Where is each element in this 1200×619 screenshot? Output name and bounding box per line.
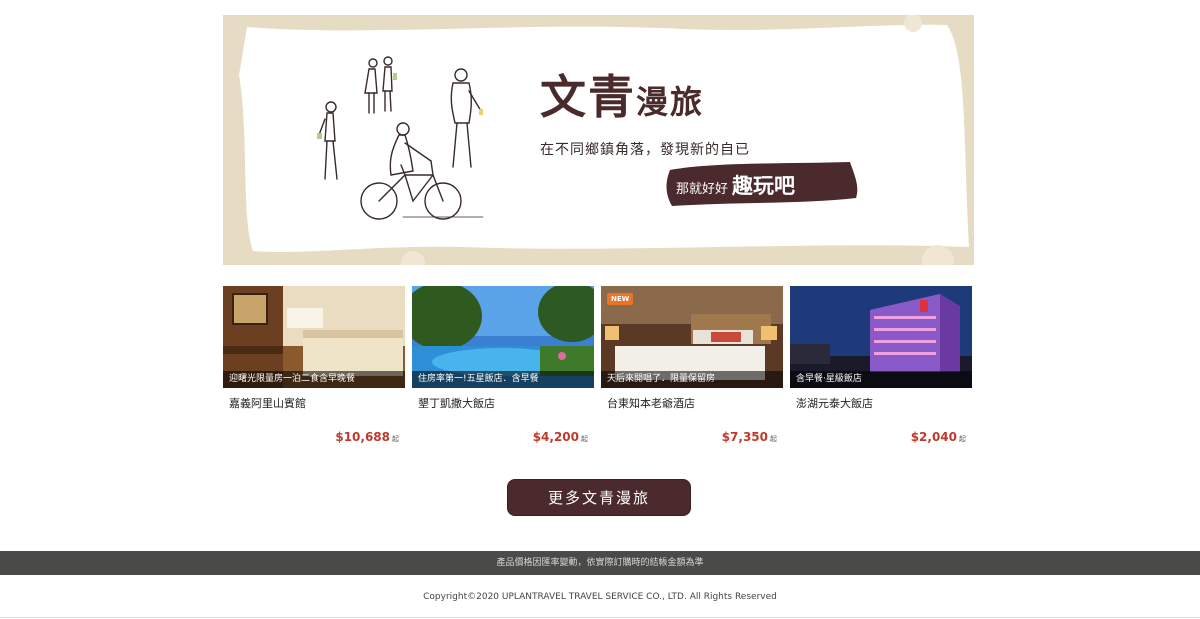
bottom-divider [0, 617, 1200, 618]
hotel-photo[interactable]: NEW 天后來開唱了．限量保留房 [601, 286, 783, 388]
hotel-card[interactable]: 住房率第一!五星飯店．含早餐 墾丁凱撒大飯店 $4,200 起 [412, 286, 594, 446]
hotel-price: $2,040 起 [911, 430, 966, 444]
hotel-card-list: 迎曙光限量房一泊二食含早晚餐 嘉義阿里山賓館 $10,688 起 住房率第一!五星… [223, 286, 974, 446]
cyclist-illustration [317, 56, 484, 220]
hotel-photo[interactable]: 迎曙光限量房一泊二食含早晚餐 [223, 286, 405, 388]
hotel-price: $4,200 起 [533, 430, 588, 444]
banner-title-secondary: 漫旅 [636, 83, 705, 121]
hotel-photo[interactable]: 住房率第一!五星飯店．含早餐 [412, 286, 594, 388]
hotel-card[interactable]: NEW 天后來開唱了．限量保留房 台東知本老爺酒店 $7,350 起 [601, 286, 783, 446]
copyright-text: Copyright©2020 UPLANTRAVEL TRAVEL SERVIC… [423, 592, 777, 602]
price-unit: 起 [770, 435, 777, 443]
hotel-name[interactable]: 澎湖元泰大飯店 [796, 395, 873, 411]
slogan-text: 那就好好 趣玩吧 [676, 170, 795, 200]
price-unit: 起 [959, 435, 966, 443]
price-amount: $10,688 [335, 430, 390, 444]
price-amount: $4,200 [532, 430, 579, 444]
hotel-caption: 迎曙光限量房一泊二食含早晚餐 [223, 371, 405, 388]
banner-subtitle: 在不同鄉鎮角落，發現新的自已 [540, 142, 750, 158]
price-unit: 起 [392, 435, 399, 443]
hotel-caption: 含早餐‧星級飯店 [790, 371, 972, 388]
banner-title: 文青漫旅 [540, 61, 704, 127]
hotel-caption: 天后來開唱了．限量保留房 [601, 371, 783, 388]
hotel-name[interactable]: 墾丁凱撒大飯店 [418, 395, 495, 411]
price-disclaimer: 產品價格因匯率變動，依實際訂購時的結帳金額為準 [0, 551, 1200, 575]
banner-title-main: 文青 [540, 70, 636, 124]
promo-banner[interactable]: 文青漫旅 在不同鄉鎮角落，發現新的自已 那就好好 趣玩吧 [223, 15, 974, 265]
price-unit: 起 [581, 435, 588, 443]
banner-slogan: 那就好好 趣玩吧 [664, 160, 860, 206]
more-travel-button[interactable]: 更多文青漫旅 [507, 479, 691, 516]
hotel-name[interactable]: 台東知本老爺酒店 [607, 395, 695, 411]
price-amount: $2,040 [910, 430, 957, 444]
hotel-caption: 住房率第一!五星飯店．含早餐 [412, 371, 594, 388]
hotel-name[interactable]: 嘉義阿里山賓館 [229, 395, 306, 411]
new-badge: NEW [607, 293, 634, 305]
hotel-photo[interactable]: 含早餐‧星級飯店 [790, 286, 972, 388]
hotel-card[interactable]: 迎曙光限量房一泊二食含早晚餐 嘉義阿里山賓館 $10,688 起 [223, 286, 405, 446]
hotel-card[interactable]: 含早餐‧星級飯店 澎湖元泰大飯店 $2,040 起 [790, 286, 972, 446]
price-amount: $7,350 [721, 430, 768, 444]
hotel-price: $10,688 起 [335, 430, 399, 444]
slogan-part-b: 趣玩吧 [732, 173, 796, 198]
slogan-part-a: 那就好好 [676, 182, 729, 197]
hotel-price: $7,350 起 [722, 430, 777, 444]
